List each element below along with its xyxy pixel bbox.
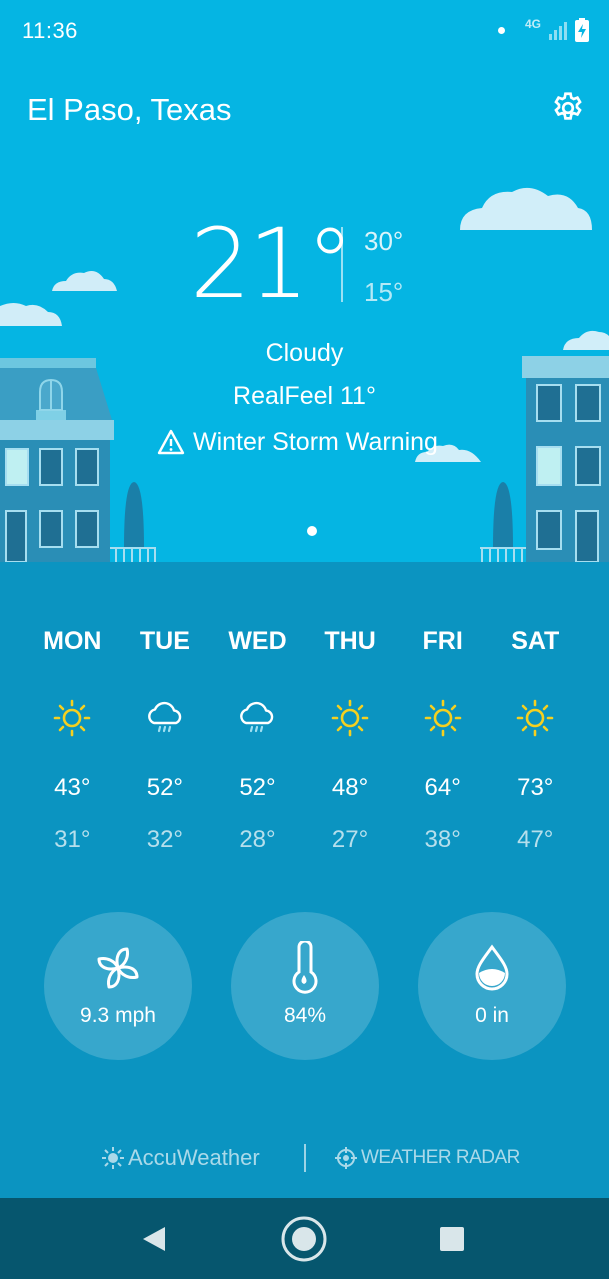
forecast-low: 27° [331,826,369,853]
today-low-temp: 15° [364,277,404,307]
gear-icon [554,92,582,120]
forecast-high: 43° [54,774,91,801]
forecast-high: 52° [146,774,184,801]
system-navigation-bar [0,1198,609,1279]
wind-icon [97,947,139,989]
realfeel-temperature: RealFeel 11° [233,382,376,410]
forecast-day-name: TUE [139,627,190,655]
warning-triangle-icon [157,429,185,455]
page-indicator-dot [307,526,317,536]
accuweather-label: AccuWeather [128,1145,260,1170]
location-title[interactable]: El Paso, Texas [27,92,231,128]
sun-icon [489,698,582,738]
rain-cloud-icon [119,698,212,738]
forecast-high: 52° [239,774,276,801]
sun-icon [26,698,119,738]
forecast-day-name: WED [228,627,287,655]
signal-icon [549,20,567,40]
back-button[interactable] [130,1215,178,1263]
footer-brands: AccuWeather WEATHER RADAR [0,1142,609,1174]
forecast-day-name: MON [43,627,102,655]
status-bar: 11:36 4G [0,0,609,62]
forecast-day[interactable]: WED 52° 28° [211,624,304,854]
forecast-day-name: THU [324,627,376,655]
current-temperature: 21° [190,208,354,320]
rain-cloud-icon [211,698,304,738]
weather-alert-label: Winter Storm Warning [193,427,438,456]
weather-stats: 9.3 mph 84% 0 in [44,912,566,1060]
precipitation-value: 0 in [475,1004,509,1027]
forecast-day[interactable]: SAT 73° 47° [489,624,582,854]
wind-speed-value: 9.3 mph [80,1004,156,1027]
battery-charging-icon [575,18,589,42]
precipitation-stat[interactable]: 0 in [418,912,566,1060]
sun-icon [396,698,489,738]
forecast-day[interactable]: THU 48° 27° [304,624,397,854]
footer-divider [304,1144,306,1172]
accuweather-link[interactable]: AccuWeather [102,1142,260,1174]
water-drop-icon [475,944,509,991]
forecast-high: 73° [517,774,554,801]
radar-crosshair-icon [335,1147,357,1169]
forecast-day[interactable]: FRI 64° 38° [396,624,489,854]
weather-condition: Cloudy [265,339,344,367]
sun-icon [304,698,397,738]
current-weather-panel: 11:36 4G El Paso, Texas 21° 30° 15° Clou… [0,0,609,562]
recents-button[interactable] [428,1215,476,1263]
temperature-divider [341,227,343,302]
forecast-day[interactable]: MON 43° 31° [26,624,119,854]
weather-alert[interactable]: Winter Storm Warning [157,425,438,459]
forecast-day[interactable]: TUE 52° 32° [119,624,212,854]
recents-square-icon [440,1227,464,1251]
forecast-day-name: SAT [511,627,560,655]
today-high-temp: 30° [364,226,404,256]
thermometer-icon [292,941,318,994]
forecast-low: 38° [424,826,461,853]
forecast-day-name: FRI [422,627,463,655]
home-button[interactable] [280,1215,328,1263]
accuweather-sun-logo-icon [102,1147,124,1169]
forecast-panel: MON 43° 31° TUE 52° 32° WED 52° 28° THU … [0,562,609,1198]
forecast-low: 31° [54,826,91,853]
settings-button[interactable] [548,88,588,128]
network-type-label: 4G [524,17,541,31]
weather-radar-link[interactable]: WEATHER RADAR [335,1142,520,1174]
forecast-low: 32° [146,826,184,853]
status-indicators: 4G [497,17,589,43]
notification-dot-icon [497,26,505,34]
weather-radar-label: WEATHER RADAR [361,1147,520,1168]
forecast-low: 28° [239,826,276,853]
back-triangle-icon [143,1227,165,1251]
forecast-high: 64° [424,774,461,801]
humidity-stat[interactable]: 84% [231,912,379,1060]
daily-forecast: MON 43° 31° TUE 52° 32° WED 52° 28° THU … [26,624,582,854]
status-time: 11:36 [22,18,78,43]
wind-stat[interactable]: 9.3 mph [44,912,192,1060]
home-circle-icon [281,1216,327,1262]
humidity-value: 84% [283,1004,327,1027]
forecast-low: 47° [517,826,554,853]
forecast-high: 48° [331,774,369,801]
